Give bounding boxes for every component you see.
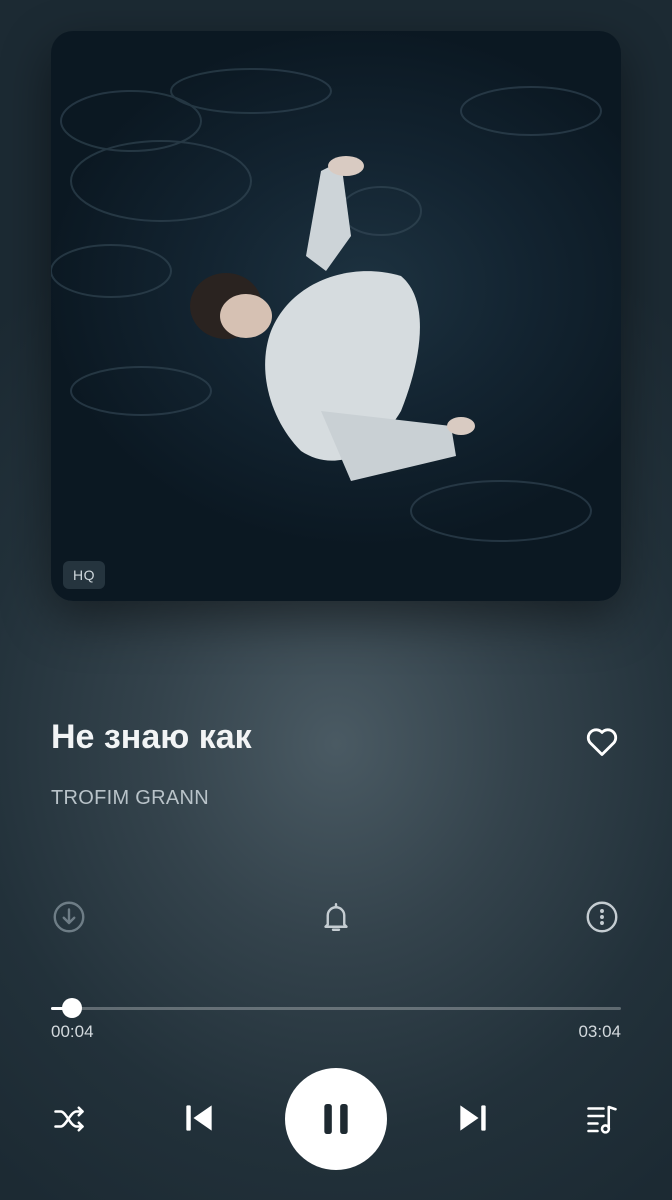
bell-icon[interactable] xyxy=(318,899,354,935)
progress-bar[interactable] xyxy=(51,998,621,1018)
download-icon[interactable] xyxy=(51,899,87,935)
total-duration: 03:04 xyxy=(578,1022,621,1041)
heart-icon[interactable] xyxy=(583,722,621,760)
previous-icon[interactable] xyxy=(180,1099,218,1137)
album-cover: HQ xyxy=(51,31,621,601)
album-artwork-image xyxy=(51,68,602,542)
artist-name[interactable]: TROFIM GRANN xyxy=(51,787,209,810)
elapsed-time: 00:04 xyxy=(51,1022,94,1041)
progress-thumb[interactable] xyxy=(62,998,83,1018)
pause-button[interactable] xyxy=(285,1068,387,1170)
next-icon[interactable] xyxy=(454,1099,492,1137)
track-title: Не знаю как xyxy=(51,718,252,756)
queue-icon[interactable] xyxy=(584,1101,620,1137)
hq-badge: HQ xyxy=(63,561,105,589)
more-icon[interactable] xyxy=(584,899,620,935)
shuffle-icon[interactable] xyxy=(51,1101,87,1137)
pause-icon xyxy=(324,1104,348,1134)
